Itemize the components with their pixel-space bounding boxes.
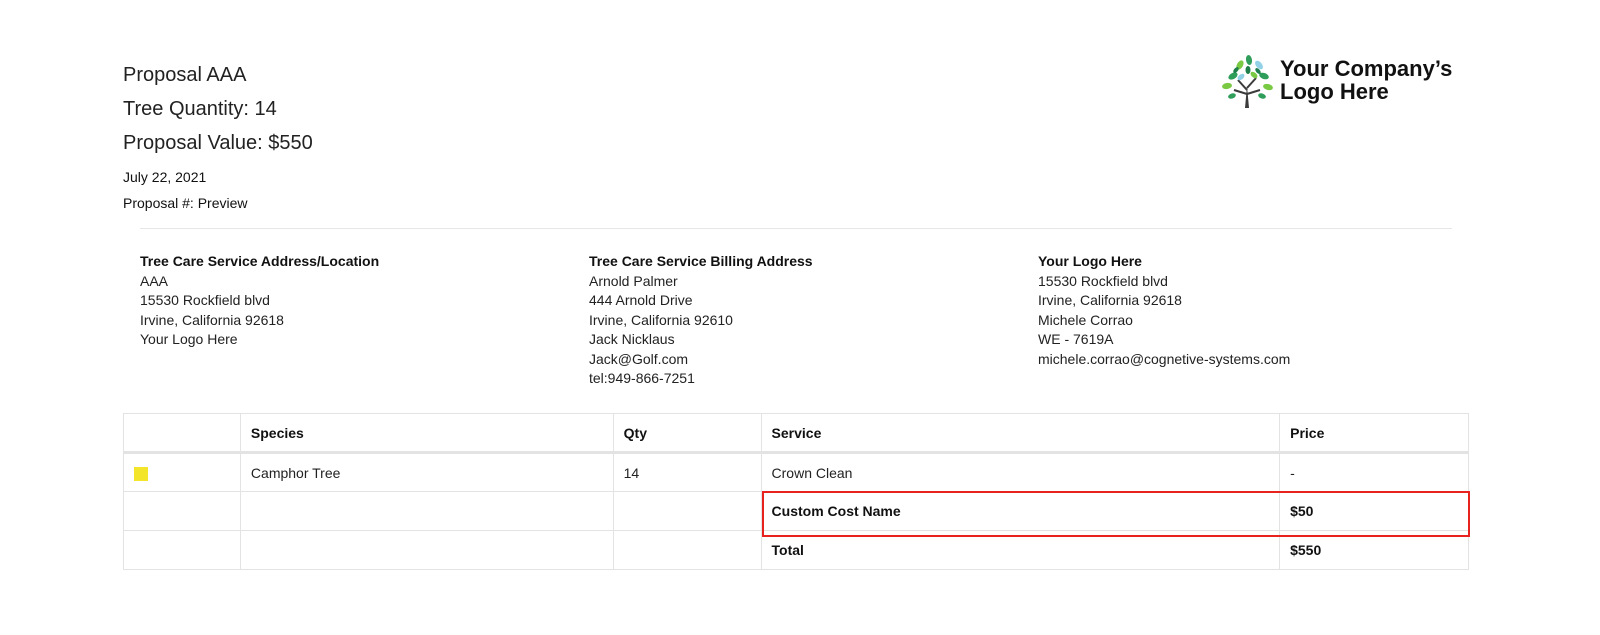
service-address-title: Tree Care Service Address/Location <box>140 253 380 269</box>
company-logo: Your Company’s Logo Here <box>1218 50 1470 112</box>
custom-cost-name: Custom Cost Name <box>760 491 1281 531</box>
proposal-header: Proposal AAA Tree Quantity: 14 Proposal … <box>123 58 313 216</box>
table-row-total: Total $550 <box>123 530 1469 570</box>
qty-cell: 14 <box>612 452 762 492</box>
column-header-service: Service <box>760 413 1281 454</box>
species-cell <box>239 530 614 570</box>
address-line: Michele Corrao <box>1038 311 1133 328</box>
table-row: Camphor Tree 14 Crown Clean - <box>123 452 1469 492</box>
address-line: Jack Nicklaus <box>589 331 675 347</box>
address-line: Arnold Palmer <box>589 272 678 289</box>
billing-phone: tel:949-866-7251 <box>589 370 695 386</box>
custom-cost-price: $50 <box>1279 491 1469 531</box>
address-line: 15530 Rockfield blvd <box>1038 272 1168 289</box>
address-line: 15530 Rockfield blvd <box>140 292 270 308</box>
address-line: 444 Arnold Drive <box>589 292 693 308</box>
address-line: Irvine, California 92618 <box>1038 292 1182 308</box>
qty-cell <box>612 491 762 531</box>
color-cell <box>123 530 241 570</box>
color-cell <box>123 452 241 492</box>
company-address: Your Logo Here 15530 Rockfield blvd Irvi… <box>1038 252 1290 369</box>
billing-address-title: Tree Care Service Billing Address <box>589 253 813 269</box>
price-cell: - <box>1279 452 1469 492</box>
address-line: Irvine, California 92610 <box>589 311 733 328</box>
proposal-number: Proposal #: Preview <box>123 195 248 211</box>
color-swatch <box>134 466 148 481</box>
species-cell <box>239 491 614 531</box>
tree-icon <box>1222 55 1273 108</box>
address-line: WE - 7619A <box>1038 331 1114 347</box>
items-table: Species Qty Service Price Camphor Tree 1… <box>123 413 1469 570</box>
address-line: Your Logo Here <box>140 331 238 347</box>
column-header-species: Species <box>239 413 614 454</box>
color-cell <box>123 491 241 531</box>
tree-quantity: Tree Quantity: 14 <box>123 98 277 120</box>
proposal-value: Proposal Value: $550 <box>123 132 313 154</box>
service-cell: Crown Clean <box>760 452 1281 492</box>
company-email: michele.corrao@cognetive-systems.com <box>1038 350 1291 367</box>
address-line: Irvine, California 92618 <box>140 311 284 328</box>
column-header-color <box>123 413 241 454</box>
header-divider <box>140 228 1452 229</box>
address-line: AAA <box>140 272 169 289</box>
column-header-price: Price <box>1279 413 1469 454</box>
logo-text: Your Company’s Logo Here <box>1280 56 1453 104</box>
species-cell: Camphor Tree <box>239 452 614 492</box>
qty-cell <box>612 530 762 570</box>
company-address-title: Your Logo Here <box>1038 253 1142 269</box>
billing-email: Jack@Golf.com <box>589 350 689 367</box>
column-header-qty: Qty <box>612 413 762 454</box>
billing-address: Tree Care Service Billing Address Arnold… <box>589 252 813 389</box>
proposal-date: July 22, 2021 <box>123 169 207 185</box>
table-row-custom-cost: Custom Cost Name $50 <box>123 491 1469 531</box>
total-label: Total <box>760 530 1281 570</box>
total-price: $550 <box>1279 530 1469 570</box>
service-address: Tree Care Service Address/Location AAA 1… <box>140 252 379 350</box>
table-header-row: Species Qty Service Price <box>123 413 1469 454</box>
proposal-title: Proposal AAA <box>123 64 247 86</box>
